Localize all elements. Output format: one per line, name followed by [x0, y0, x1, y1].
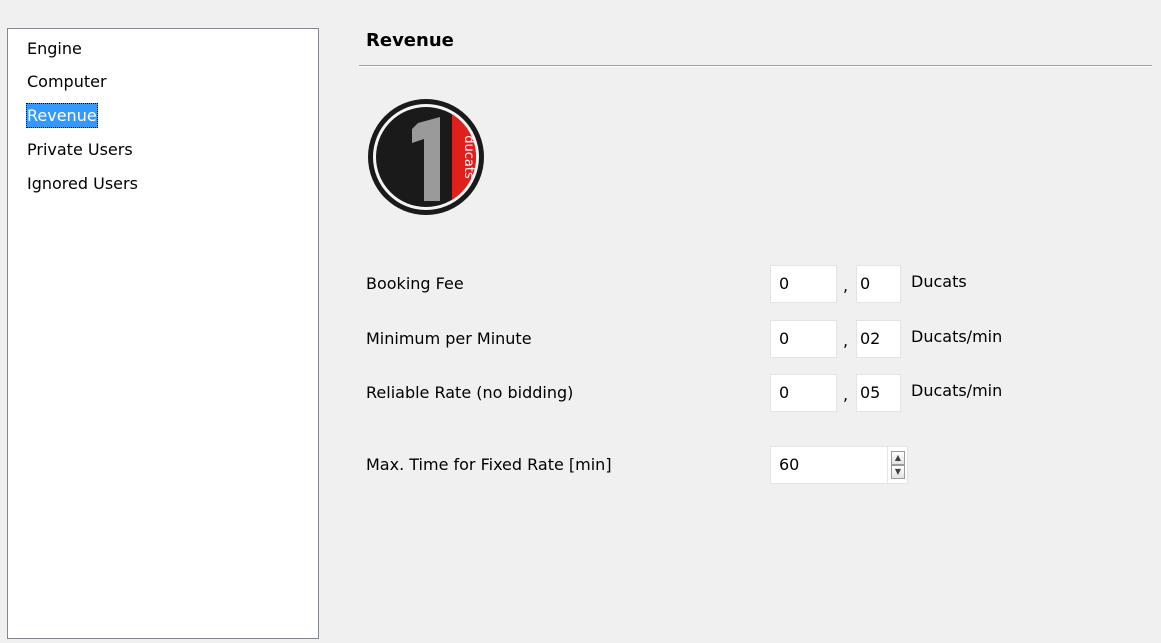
booking-fee-decimal-input[interactable]: 0	[856, 265, 901, 303]
max-time-spinner: ▲ ▼	[887, 446, 907, 484]
decimal-separator: ,	[843, 331, 849, 350]
minimum-per-minute-label: Minimum per Minute	[366, 329, 532, 348]
page-title: Revenue	[366, 30, 454, 51]
spin-down-icon[interactable]: ▼	[891, 465, 905, 479]
reliable-rate-integer-input[interactable]: 0	[770, 374, 837, 412]
minimum-per-minute-integer-input[interactable]: 0	[770, 320, 837, 358]
sidebar-item-ignored-users[interactable]: Ignored Users	[26, 171, 139, 196]
reliable-rate-unit: Ducats/min	[911, 381, 1003, 400]
decimal-separator: ,	[843, 276, 849, 295]
reliable-rate-label: Reliable Rate (no bidding)	[366, 383, 574, 402]
booking-fee-label: Booking Fee	[366, 274, 464, 293]
minimum-per-minute-unit: Ducats/min	[911, 327, 1003, 346]
sidebar-item-revenue[interactable]: Revenue	[26, 103, 98, 128]
logo-text: ducats	[461, 135, 476, 179]
sidebar-item-computer[interactable]: Computer	[26, 69, 108, 94]
spin-up-icon[interactable]: ▲	[891, 451, 905, 465]
sidebar-item-private-users[interactable]: Private Users	[26, 137, 134, 162]
sidebar-item-engine[interactable]: Engine	[26, 36, 83, 61]
minimum-per-minute-decimal-input[interactable]: 02	[856, 320, 901, 358]
ducats-logo-icon: ducats	[368, 99, 484, 215]
max-time-label: Max. Time for Fixed Rate [min]	[366, 455, 612, 474]
decimal-separator: ,	[843, 385, 849, 404]
settings-category-list[interactable]: Engine Computer Revenue Private Users Ig…	[7, 28, 319, 639]
booking-fee-integer-input[interactable]: 0	[770, 265, 837, 303]
title-divider	[359, 65, 1152, 67]
reliable-rate-decimal-input[interactable]: 05	[856, 374, 901, 412]
booking-fee-unit: Ducats	[911, 272, 967, 291]
